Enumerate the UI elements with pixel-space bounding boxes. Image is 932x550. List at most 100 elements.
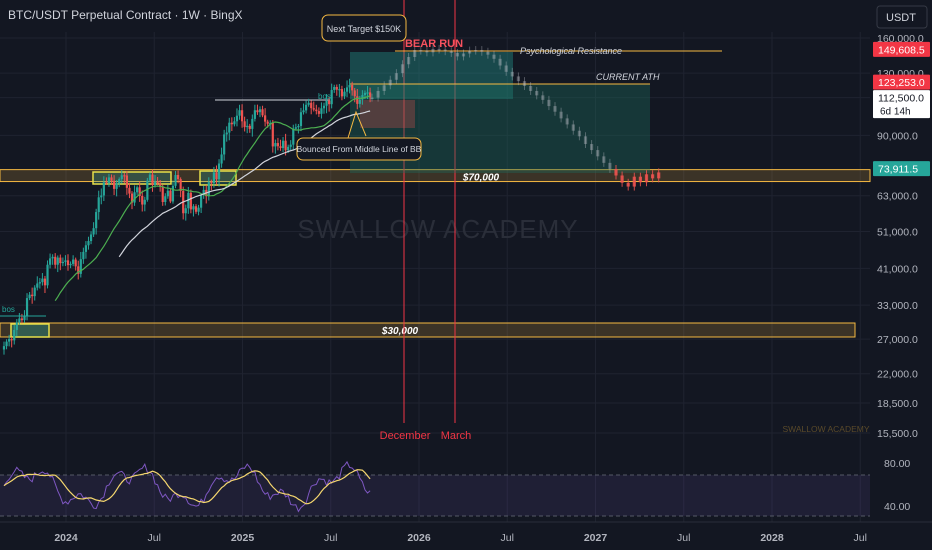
projection-candle [425, 50, 429, 53]
candle-body [356, 96, 359, 104]
candle-body [84, 245, 88, 252]
projection-candle [638, 176, 642, 183]
candle-body [120, 175, 123, 180]
currency-button[interactable]: USDT [886, 12, 916, 24]
candle-body [95, 212, 98, 229]
projection-candle [590, 144, 594, 151]
candle-body [41, 278, 44, 283]
candle-body [13, 329, 16, 341]
candle-body [271, 123, 274, 147]
projection-candle [516, 76, 520, 82]
y-tick-label: 33,000.0 [877, 300, 918, 312]
candle-body [5, 341, 8, 347]
candle-body [251, 118, 254, 129]
candle-body [330, 89, 333, 105]
candle-body [72, 259, 75, 264]
candle-body [217, 163, 221, 180]
candle-body [164, 196, 167, 203]
projection-candle [407, 57, 411, 65]
candle-body [176, 175, 180, 180]
candle-body [48, 258, 52, 265]
chart: SWALLOW ACADEMY SWALLOW ACADEMY $70,000 $3… [0, 0, 932, 550]
candle-body [123, 175, 126, 177]
y-tick-label: 51,000.0 [877, 226, 918, 238]
candle-body [100, 195, 103, 198]
candle-body [363, 92, 367, 96]
candle-body [10, 339, 13, 341]
bounced-label: Bounced From Middle Line of BB [297, 144, 422, 154]
x-tick-label: Jul [854, 532, 867, 544]
projection-candle [608, 162, 612, 169]
candle-body [169, 190, 172, 202]
candle-body [345, 87, 349, 92]
candle-body [261, 109, 264, 116]
y-tick-label: 22,000.0 [877, 369, 918, 381]
candle-body [212, 172, 216, 184]
candle-body [105, 182, 108, 184]
x-tick-label: 2028 [760, 532, 784, 544]
projection-candle [541, 95, 545, 100]
zone-70k-label: $70,000 [462, 173, 500, 184]
price-label-ath-text: 123,253.0 [878, 77, 925, 89]
projection-candle [577, 130, 581, 137]
candle-body [82, 251, 85, 260]
candle-body [246, 125, 249, 128]
x-tick-label: Jul [677, 532, 690, 544]
projection-candle [455, 52, 459, 57]
candle-body [171, 185, 175, 202]
projection-candle [620, 175, 624, 183]
projection-candle [394, 73, 398, 80]
candle-body [310, 102, 313, 109]
rsi-tick-label: 40.00 [884, 501, 910, 513]
projection-candle [400, 64, 405, 74]
x-tick-label: 2027 [584, 532, 608, 544]
y-tick-label: 18,500.0 [877, 398, 918, 410]
zone-30k [0, 322, 856, 338]
candle-body [184, 208, 187, 214]
candle-body [15, 322, 18, 330]
candle-body [151, 174, 154, 186]
candle-body [31, 294, 34, 297]
candle-body [54, 256, 57, 265]
candle-body [18, 318, 21, 323]
projection-candle [626, 182, 630, 187]
candle-body [317, 111, 320, 114]
candle-body [235, 115, 239, 122]
projection-candle [596, 150, 600, 157]
candle-body [69, 263, 72, 266]
candle-body [189, 192, 192, 210]
candle-body [89, 234, 93, 242]
candle-body [59, 257, 62, 264]
candle-body [25, 298, 29, 316]
projection-candle [370, 97, 374, 100]
candle-body [279, 146, 282, 149]
watermark-text: SWALLOW ACADEMY [297, 214, 578, 244]
candle-body [230, 122, 233, 125]
candle-body [36, 283, 39, 288]
candle-body [253, 110, 256, 119]
candle-body [118, 179, 121, 184]
bos-label-left: bos [2, 305, 15, 314]
chart-title: BTC/USDT Perpetual Contract · 1W · BingX [8, 8, 243, 22]
candle-body [128, 187, 131, 194]
candle-body [61, 261, 64, 264]
candle-body [264, 115, 267, 122]
projection-candle [419, 50, 423, 52]
candle-body [56, 257, 59, 265]
projection-candle [614, 168, 618, 176]
candle-body [107, 177, 111, 184]
candle-body [92, 228, 95, 235]
candle-body [174, 175, 177, 186]
projection-candle [535, 90, 539, 96]
candle-body [312, 108, 315, 110]
candle-body [97, 197, 100, 213]
candle-body [200, 194, 203, 208]
projection-candle [510, 71, 514, 77]
candle-body [240, 110, 244, 122]
candle-body [112, 180, 116, 189]
candle-body [289, 144, 292, 147]
projection-candle [565, 118, 569, 125]
candle-body [333, 86, 336, 90]
candle-body [46, 264, 49, 286]
candle-body [228, 122, 231, 133]
